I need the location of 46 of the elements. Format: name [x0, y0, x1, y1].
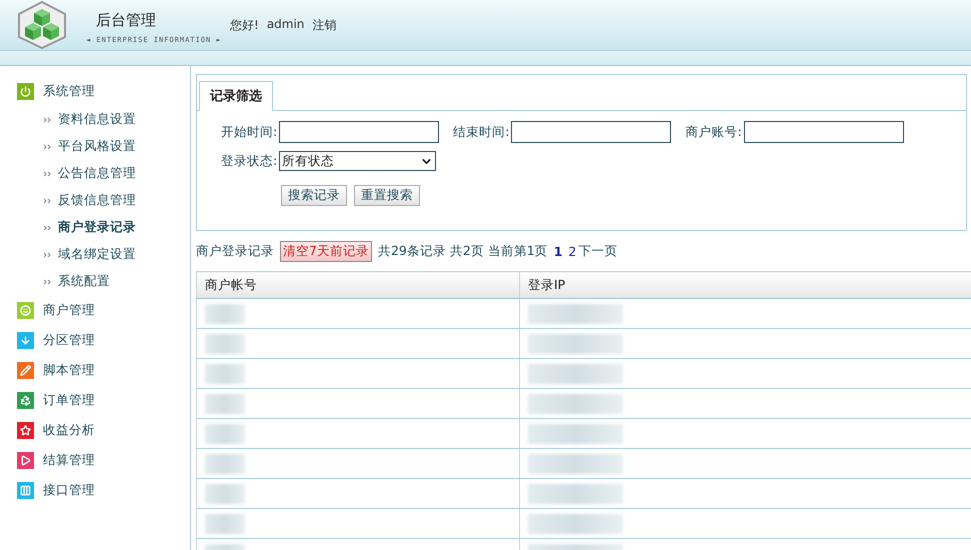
field-label: 结束时间:: [453, 124, 510, 140]
column-header: 商户帐号: [196, 272, 520, 298]
reset-button[interactable]: 重置搜索: [354, 185, 420, 206]
records-title: 商户登录记录: [196, 242, 274, 260]
sidebar-item[interactable]: 域名绑定设置: [0, 241, 190, 268]
chevrons-icon: [44, 224, 53, 230]
chevrons-icon: [44, 144, 53, 150]
app-title: 后台管理: [95, 10, 157, 30]
search-button[interactable]: 搜索记录: [281, 185, 347, 206]
sidebar-item[interactable]: 反馈信息管理: [0, 187, 190, 214]
filter-tab[interactable]: 记录筛选: [199, 81, 273, 111]
sidebar-group[interactable]: 结算管理: [0, 445, 190, 475]
greeting-text: 您好!: [230, 16, 259, 34]
sidebar-item[interactable]: 资料信息设置: [0, 106, 190, 133]
page-link[interactable]: 2: [568, 244, 576, 258]
chevrons-icon: [44, 252, 53, 258]
field-label: 登录状态:: [221, 152, 278, 170]
sidebar-group[interactable]: 接口管理: [0, 475, 190, 505]
sidebar-item[interactable]: 公告信息管理: [0, 160, 190, 187]
sidebar-item[interactable]: 商户登录记录: [0, 214, 190, 241]
page-link[interactable]: 1: [554, 244, 562, 258]
clear-button[interactable]: 清空7天前记录: [280, 240, 372, 262]
sidebar-group[interactable]: 商户管理: [0, 295, 190, 325]
records-summary: 共29条记录 共2页 当前第1页: [378, 242, 548, 260]
sidebar-item[interactable]: 平台风格设置: [0, 133, 190, 160]
chevrons-icon: [44, 170, 53, 176]
sidebar-group[interactable]: 脚本管理: [0, 355, 190, 385]
username: admin: [266, 16, 304, 32]
input-field[interactable]: [744, 121, 904, 143]
sidebar-group[interactable]: 收益分析: [0, 415, 190, 445]
field-label: 商户账号:: [685, 124, 742, 140]
sidebar-item[interactable]: 系统配置: [0, 268, 190, 295]
next-page-link[interactable]: 下一页: [578, 242, 618, 260]
chevrons-icon: [44, 116, 53, 122]
logo-icon: [16, 1, 68, 49]
sidebar-group[interactable]: 分区管理: [0, 325, 190, 355]
column-header: 登录IP: [520, 272, 971, 298]
sidebar-group[interactable]: 系统管理: [0, 76, 190, 106]
chevrons-icon: [44, 198, 53, 204]
status-select[interactable]: 所有状态: [279, 151, 436, 171]
logout-link[interactable]: 注销: [312, 16, 336, 34]
input-field[interactable]: [279, 121, 440, 143]
chevrons-icon: [44, 278, 53, 284]
input-field[interactable]: [511, 121, 672, 143]
field-label: 开始时间:: [221, 124, 278, 140]
sidebar-group[interactable]: 订单管理: [0, 385, 190, 415]
